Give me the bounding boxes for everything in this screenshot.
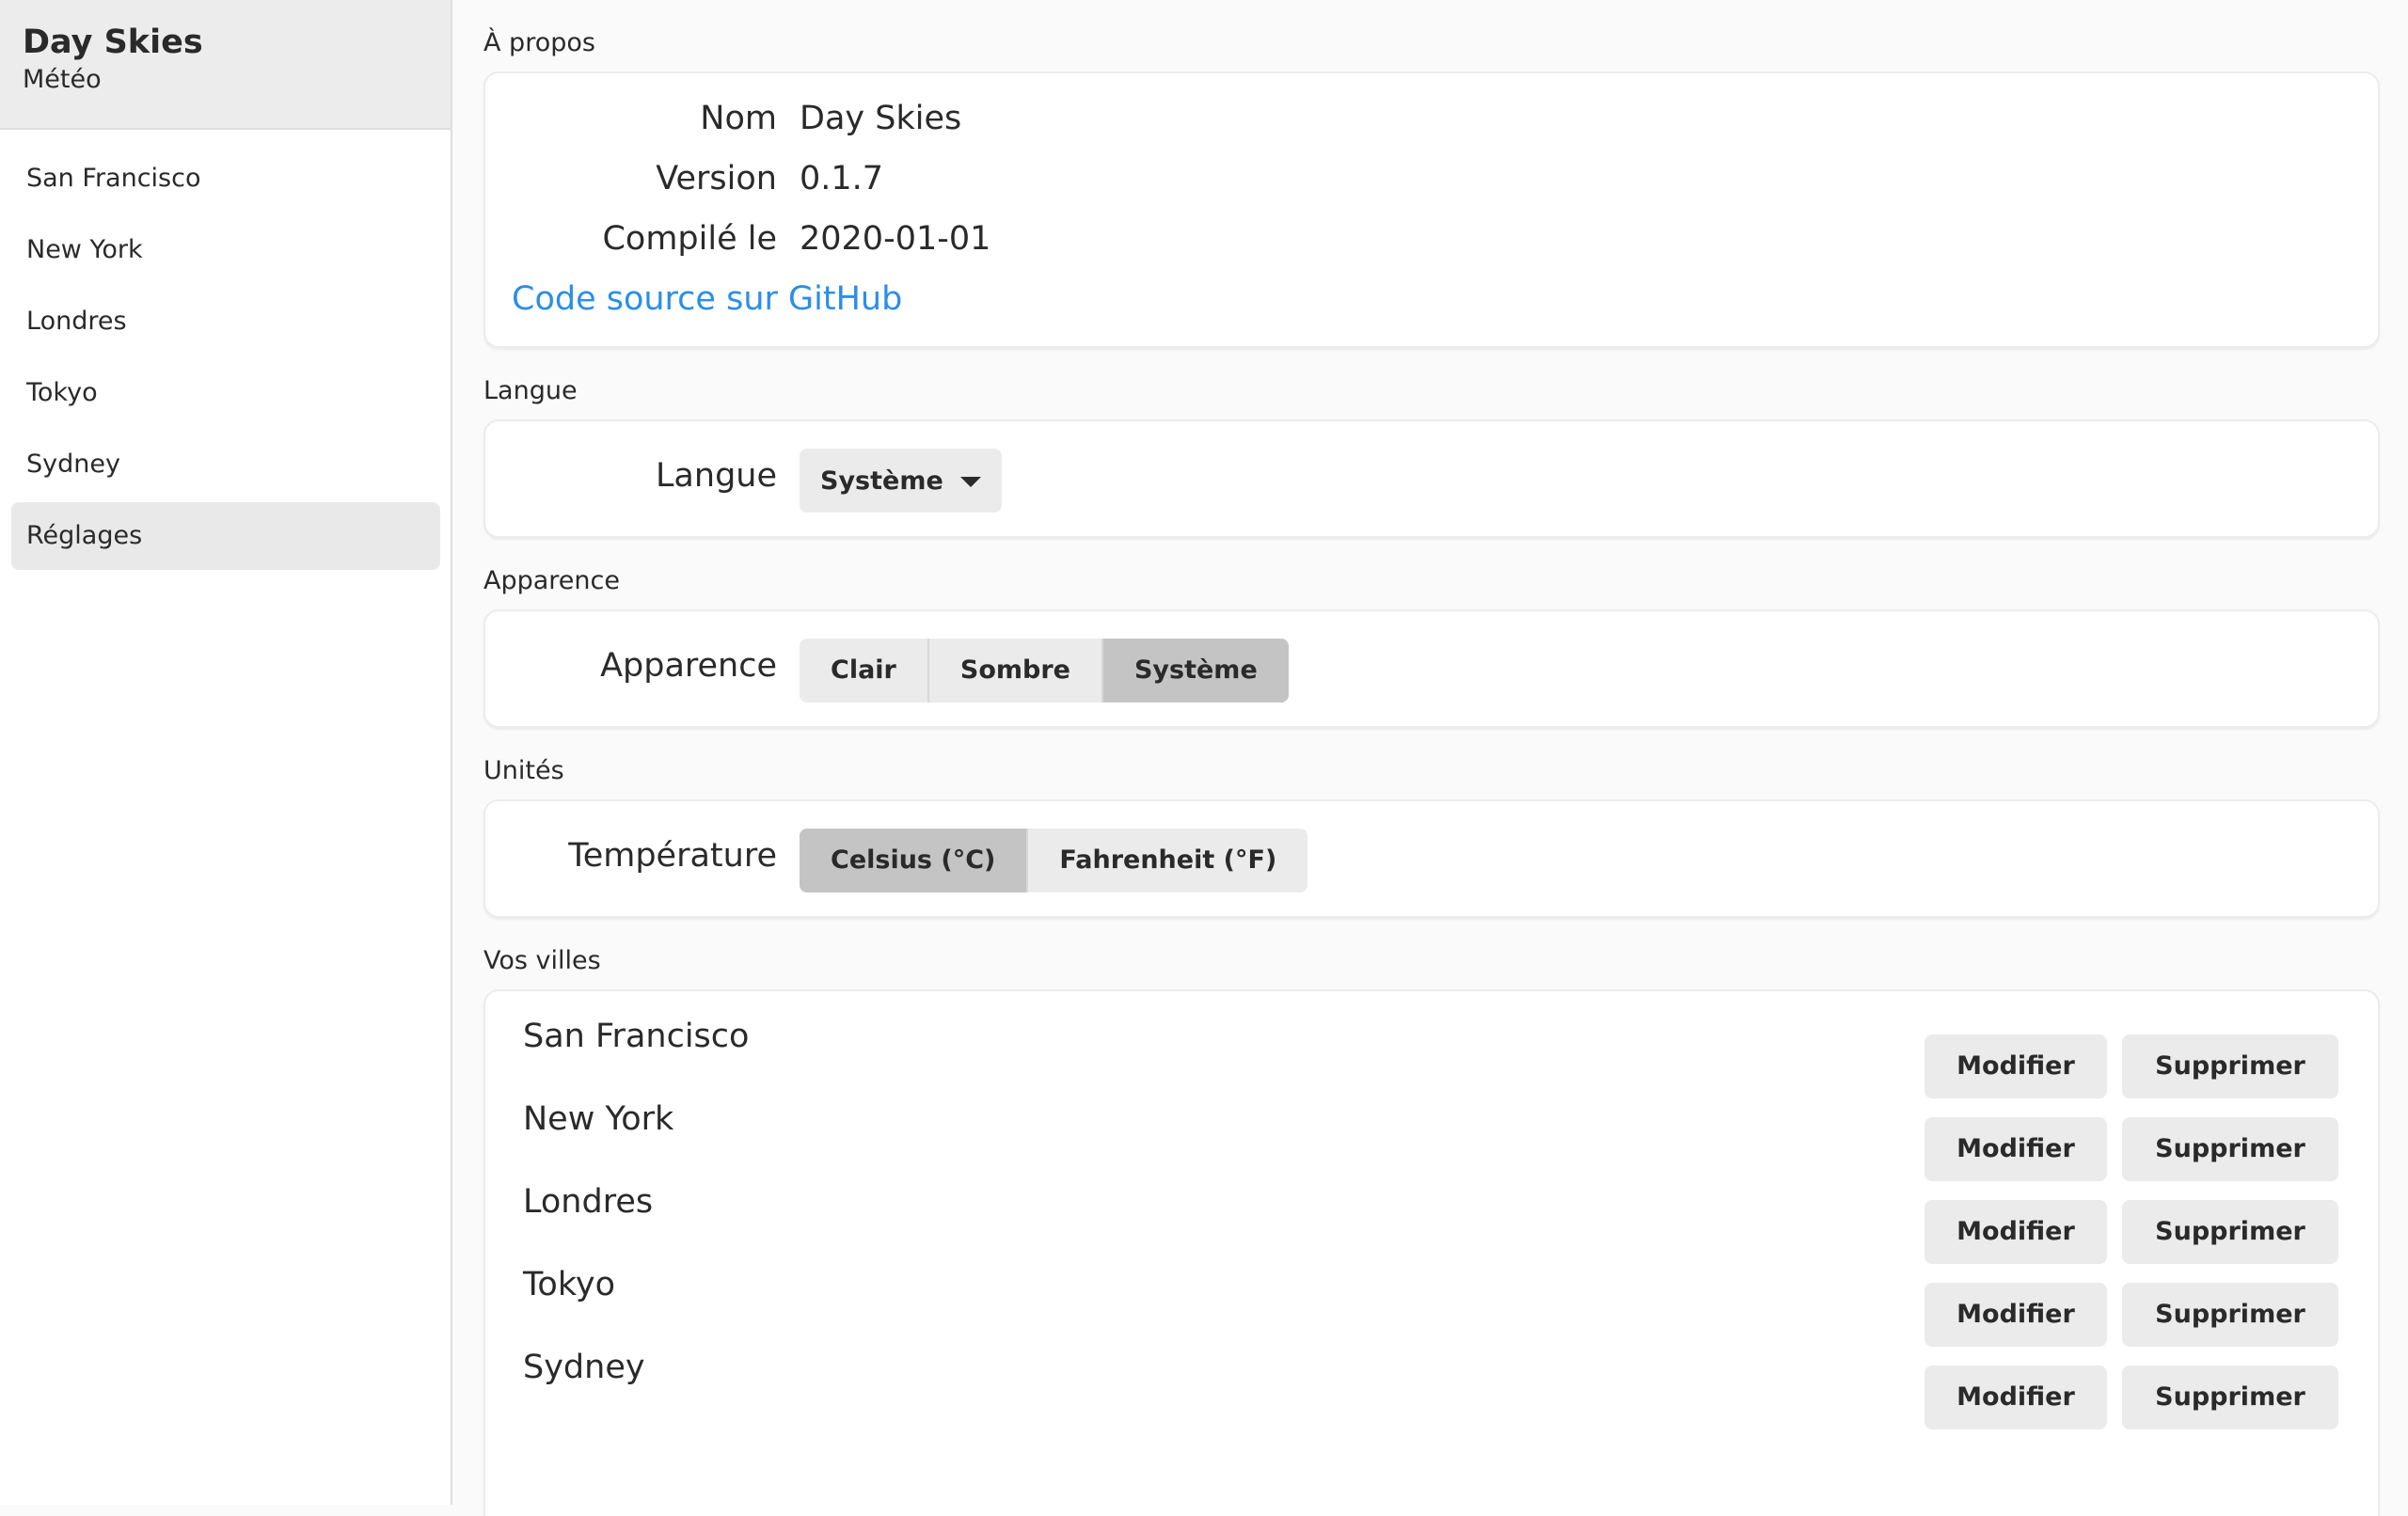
appearance-section-label: Apparence: [483, 566, 620, 595]
modify-city-button[interactable]: Modifier: [1925, 1200, 2107, 1264]
language-dropdown-value: Système: [820, 466, 943, 496]
sidebar: Day Skies Météo San Francisco New York L…: [0, 0, 452, 1505]
delete-city-button[interactable]: Supprimer: [2122, 1366, 2338, 1429]
cities-section-label: Vos villes: [483, 946, 601, 975]
chevron-down-icon: [959, 476, 981, 487]
city-name: Tokyo: [523, 1266, 615, 1303]
city-row: Sydney Modifier Supprimer: [485, 1349, 2378, 1431]
appearance-option-system[interactable]: Système: [1102, 639, 1289, 703]
sidebar-item-tokyo[interactable]: Tokyo: [11, 359, 440, 427]
name-value: Day Skies: [800, 100, 962, 137]
appearance-option-dark[interactable]: Sombre: [928, 639, 1103, 703]
version-label: Version: [656, 160, 777, 197]
sidebar-item-new-york[interactable]: New York: [11, 216, 440, 284]
build-date-label: Compilé le: [602, 220, 777, 258]
sidebar-item-londres[interactable]: Londres: [11, 288, 440, 355]
delete-city-button[interactable]: Supprimer: [2122, 1117, 2338, 1181]
sidebar-nav: San Francisco New York Londres Tokyo Syd…: [11, 145, 440, 574]
language-section-label: Langue: [483, 376, 578, 405]
city-row: Tokyo Modifier Supprimer: [485, 1266, 2378, 1349]
delete-city-button[interactable]: Supprimer: [2122, 1034, 2338, 1098]
units-section-label: Unités: [483, 756, 564, 785]
settings-page: À propos Nom Day Skies Version 0.1.7 Com…: [452, 0, 2408, 1516]
city-row: New York Modifier Supprimer: [485, 1100, 2378, 1183]
sidebar-item-sydney[interactable]: Sydney: [11, 431, 440, 498]
city-row: San Francisco Modifier Supprimer: [485, 1018, 2378, 1100]
city-row: Londres Modifier Supprimer: [485, 1183, 2378, 1266]
sidebar-item-san-francisco[interactable]: San Francisco: [11, 145, 440, 213]
temperature-segmented-control: Celsius (°C) Fahrenheit (°F): [800, 829, 1308, 892]
app-window: Day Skies Météo San Francisco New York L…: [0, 0, 2408, 1516]
app-subtitle: Météo: [23, 65, 102, 94]
city-name: New York: [523, 1100, 674, 1138]
appearance-label: Apparence: [600, 647, 777, 685]
temperature-option-celsius[interactable]: Celsius (°C): [800, 829, 1029, 892]
github-source-link[interactable]: Code source sur GitHub: [512, 280, 902, 318]
language-card: Langue Système: [483, 419, 2380, 538]
delete-city-button[interactable]: Supprimer: [2122, 1283, 2338, 1347]
modify-city-button[interactable]: Modifier: [1925, 1117, 2107, 1181]
app-title: Day Skies: [23, 24, 203, 61]
sidebar-item-settings[interactable]: Réglages: [11, 502, 440, 570]
appearance-option-light[interactable]: Clair: [800, 639, 929, 703]
language-label: Langue: [655, 457, 777, 495]
city-name: San Francisco: [523, 1018, 750, 1055]
city-name: Sydney: [523, 1349, 645, 1386]
about-section-label: À propos: [483, 28, 595, 57]
units-card: Température Celsius (°C) Fahrenheit (°F): [483, 799, 2380, 918]
appearance-segmented-control: Clair Sombre Système: [800, 639, 1289, 703]
modify-city-button[interactable]: Modifier: [1925, 1034, 2107, 1098]
name-label: Nom: [700, 100, 777, 137]
delete-city-button[interactable]: Supprimer: [2122, 1200, 2338, 1264]
cities-card: San Francisco Modifier Supprimer New Yor…: [483, 989, 2380, 1516]
temperature-option-fahrenheit[interactable]: Fahrenheit (°F): [1028, 829, 1308, 892]
sidebar-header: Day Skies Météo: [0, 0, 451, 130]
language-dropdown[interactable]: Système: [800, 449, 1002, 513]
city-name: Londres: [523, 1183, 654, 1221]
temperature-label: Température: [568, 837, 777, 875]
about-card: Nom Day Skies Version 0.1.7 Compilé le 2…: [483, 71, 2380, 348]
appearance-card: Apparence Clair Sombre Système: [483, 609, 2380, 728]
build-date-value: 2020-01-01: [800, 220, 991, 258]
version-value: 0.1.7: [800, 160, 884, 197]
modify-city-button[interactable]: Modifier: [1925, 1283, 2107, 1347]
modify-city-button[interactable]: Modifier: [1925, 1366, 2107, 1429]
